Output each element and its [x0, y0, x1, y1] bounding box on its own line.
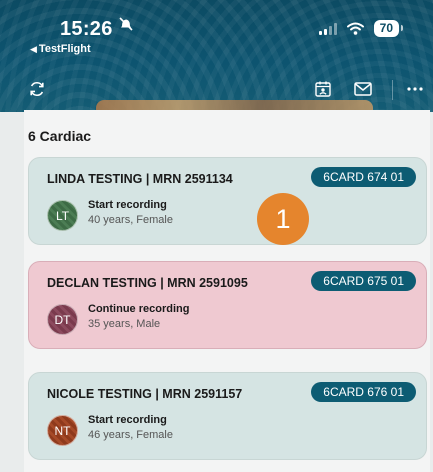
status-time: 15:26	[60, 18, 113, 40]
back-triangle-icon: ◀	[30, 43, 37, 54]
patient-details: 40 years, Female	[88, 214, 173, 226]
back-to-app-link[interactable]: ◀ TestFlight	[30, 43, 91, 55]
bed-badge: 6CARD 676 01	[311, 382, 416, 402]
avatar: NT	[47, 415, 78, 446]
patient-name: NICOLE TESTING | MRN 2591157	[47, 387, 243, 401]
refresh-icon[interactable]	[24, 76, 50, 102]
patient-card[interactable]: DECLAN TESTING | MRN 2591095 6CARD 675 0…	[28, 261, 427, 349]
patient-details: 35 years, Male	[88, 318, 161, 330]
avatar: LT	[47, 200, 78, 231]
section-title: 6 Cardiac	[28, 128, 92, 144]
back-app-label: TestFlight	[38, 43, 91, 55]
toolbar	[0, 76, 433, 106]
patient-card[interactable]: NICOLE TESTING | MRN 2591157 6CARD 676 0…	[28, 372, 427, 460]
calendar-person-icon[interactable]	[310, 76, 336, 102]
recording-action[interactable]: Continue recording	[88, 303, 189, 315]
avatar: DT	[47, 304, 78, 335]
bed-badge: 6CARD 674 01	[311, 167, 416, 187]
signal-icon	[318, 22, 337, 35]
patient-name: LINDA TESTING | MRN 2591134	[47, 172, 233, 186]
battery-icon: 70	[373, 20, 404, 37]
mail-icon[interactable]	[350, 76, 376, 102]
toolbar-divider	[392, 80, 393, 100]
bed-badge: 6CARD 675 01	[311, 271, 416, 291]
patient-list-panel: 6 Cardiac LINDA TESTING | MRN 2591134 6C…	[24, 110, 430, 472]
status-indicators: 70	[318, 20, 404, 37]
step-marker-badge: 1	[257, 193, 309, 245]
more-icon[interactable]	[402, 76, 428, 102]
patient-card[interactable]: LINDA TESTING | MRN 2591134 6CARD 674 01…	[28, 157, 427, 245]
silent-mode-icon	[118, 16, 134, 37]
patient-details: 46 years, Female	[88, 429, 173, 441]
recording-action[interactable]: Start recording	[88, 414, 167, 426]
wifi-icon	[346, 22, 364, 35]
app-header: 15:26 ◀ TestFlight 70	[0, 0, 433, 112]
recording-action[interactable]: Start recording	[88, 199, 167, 211]
patient-name: DECLAN TESTING | MRN 2591095	[47, 276, 248, 290]
